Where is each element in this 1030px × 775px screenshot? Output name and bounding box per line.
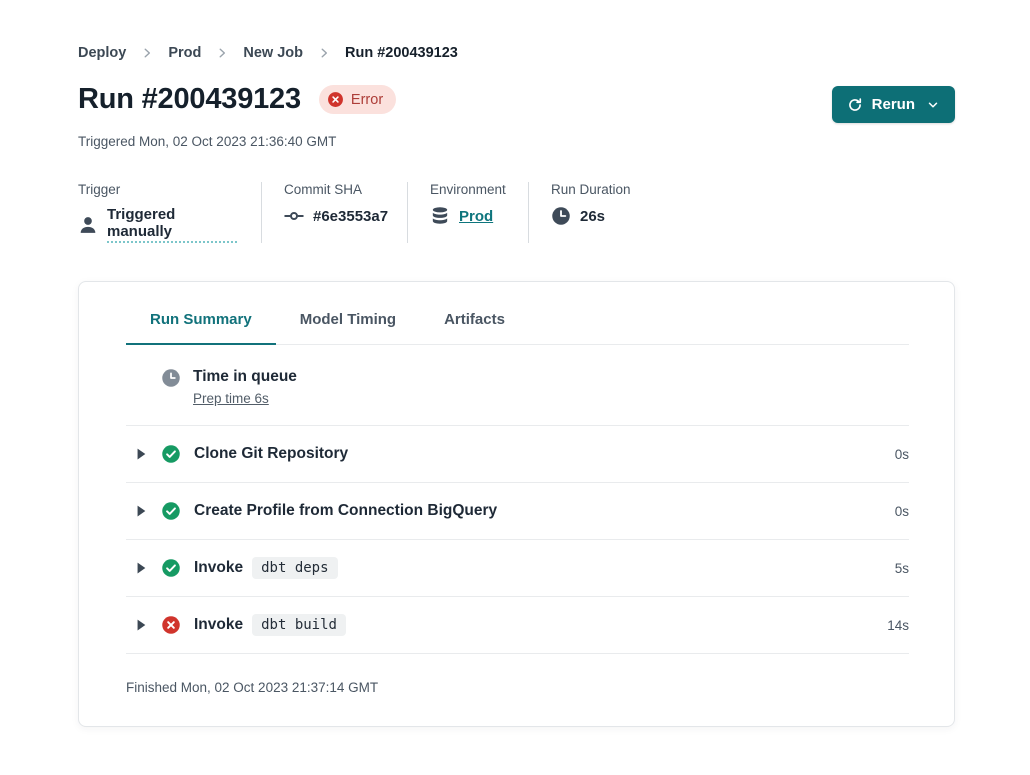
header-row: Run #200439123 Error Rerun [78,83,955,123]
prep-time-link[interactable]: Prep time 6s [193,391,269,406]
info-run-duration: Run Duration 26s [551,182,655,243]
database-icon [430,206,450,226]
run-duration-value: 26s [580,208,605,225]
chevron-right-icon [317,46,331,60]
expand-caret-icon[interactable] [136,561,147,575]
trigger-value[interactable]: Triggered manually [107,206,237,243]
step-name: Create Profile from Connection BigQuery [194,502,497,520]
step-name: Clone Git Repository [194,445,348,463]
breadcrumb-deploy[interactable]: Deploy [78,45,126,61]
tab-run-summary[interactable]: Run Summary [126,311,276,345]
success-check-icon [161,501,181,521]
step-list: Clone Git Repository 0s Create Profile f… [126,426,909,654]
step-code: dbt build [252,614,346,636]
step-duration: 14s [887,618,909,633]
success-check-icon [161,558,181,578]
queue-title: Time in queue [193,368,297,386]
info-trigger: Trigger Triggered manually [78,182,262,243]
refresh-icon [847,97,863,113]
error-circle-icon [327,91,344,108]
error-x-icon [161,615,181,635]
tab-bar: Run Summary Model Timing Artifacts [126,282,909,345]
expand-caret-icon[interactable] [136,447,147,461]
step-name: Invoke [194,616,243,634]
breadcrumb-prod[interactable]: Prod [168,45,201,61]
person-icon [78,215,98,235]
chevron-right-icon [215,46,229,60]
step-row[interactable]: Clone Git Repository 0s [126,426,909,483]
step-row[interactable]: Create Profile from Connection BigQuery … [126,483,909,540]
expand-caret-icon[interactable] [136,618,147,632]
finished-timestamp: Finished Mon, 02 Oct 2023 21:37:14 GMT [126,654,909,726]
commit-sha-label: Commit SHA [284,182,383,197]
chevron-right-icon [140,46,154,60]
environment-label: Environment [430,182,504,197]
breadcrumb-current-run: Run #200439123 [345,45,458,61]
page-title: Run #200439123 [78,83,301,116]
success-check-icon [161,444,181,464]
step-row[interactable]: Invoke dbt build 14s [126,597,909,654]
time-in-queue-row: Time in queue Prep time 6s [126,345,909,426]
breadcrumb: Deploy Prod New Job Run #200439123 [78,45,955,61]
info-commit-sha: Commit SHA #6e3553a7 [284,182,408,243]
info-environment: Environment Prod [430,182,529,243]
rerun-button[interactable]: Rerun [832,86,955,123]
trigger-label: Trigger [78,182,237,197]
queue-clock-icon [161,368,181,388]
status-badge: Error [319,85,396,114]
run-summary-card: Run Summary Model Timing Artifacts Time … [78,281,955,727]
step-code: dbt deps [252,557,337,579]
tab-model-timing[interactable]: Model Timing [276,311,420,345]
run-info-strip: Trigger Triggered manually Commit SHA #6… [78,182,955,243]
step-row[interactable]: Invoke dbt deps 5s [126,540,909,597]
rerun-button-label: Rerun [872,96,915,113]
expand-caret-icon[interactable] [136,504,147,518]
triggered-timestamp: Triggered Mon, 02 Oct 2023 21:36:40 GMT [78,134,955,149]
git-commit-icon [284,206,304,226]
step-duration: 5s [895,561,909,576]
step-name: Invoke [194,559,243,577]
tab-artifacts[interactable]: Artifacts [420,311,529,345]
environment-link[interactable]: Prod [459,208,493,225]
status-badge-label: Error [351,92,383,108]
chevron-down-icon[interactable] [926,98,940,112]
run-detail-page: Deploy Prod New Job Run #200439123 Run #… [0,45,1030,727]
breadcrumb-new-job[interactable]: New Job [243,45,303,61]
step-duration: 0s [895,447,909,462]
commit-sha-value: #6e3553a7 [313,208,388,225]
run-duration-label: Run Duration [551,182,631,197]
clock-icon [551,206,571,226]
step-duration: 0s [895,504,909,519]
